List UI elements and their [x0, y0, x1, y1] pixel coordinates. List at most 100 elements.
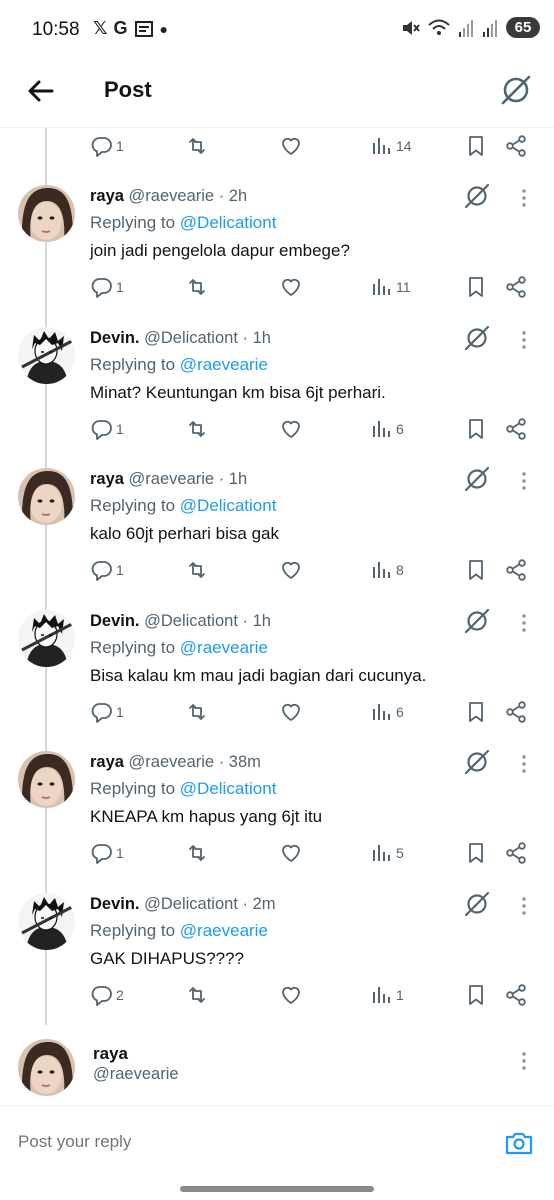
mention-link[interactable]: @Delicationt — [180, 779, 277, 798]
reply-post[interactable]: raya @raevearie · 2h Replying to @Delica… — [0, 168, 554, 308]
like-button[interactable] — [279, 838, 303, 868]
reply-input[interactable] — [18, 1132, 458, 1152]
reply-post[interactable]: Devin. @Delicationt · 1h Replying to @ra… — [0, 310, 554, 450]
more-options-icon[interactable] — [514, 470, 534, 492]
bookmark-button[interactable] — [464, 414, 488, 444]
views-button[interactable]: 14 — [370, 131, 412, 161]
bookmark-button[interactable] — [464, 272, 488, 302]
author-handle[interactable]: @Delicationt — [144, 895, 238, 913]
reply-post[interactable]: Devin. @Delicationt · 1h Replying to @ra… — [0, 593, 554, 733]
gesture-navigation-bar[interactable] — [180, 1186, 374, 1192]
avatar[interactable] — [18, 893, 75, 950]
grok-icon[interactable] — [463, 465, 491, 493]
author-handle[interactable]: @raevearie — [129, 753, 215, 771]
camera-icon[interactable] — [504, 1128, 534, 1158]
replying-to-label: Replying to — [90, 355, 180, 374]
like-button[interactable] — [279, 980, 303, 1010]
share-button[interactable] — [504, 838, 528, 868]
share-button[interactable] — [504, 414, 528, 444]
mention-link[interactable]: @Delicationt — [180, 213, 277, 232]
more-options-icon[interactable] — [514, 895, 534, 917]
status-bar: 10:58 𝕏 G ● 65 — [0, 0, 554, 62]
mention-link[interactable]: @raevearie — [180, 355, 268, 374]
views-count: 6 — [396, 421, 404, 437]
reply-button[interactable]: 1 — [90, 414, 124, 444]
views-button[interactable]: 5 — [370, 838, 404, 868]
post-text: Bisa kalau km mau jadi bagian dari cucun… — [90, 666, 427, 685]
share-button[interactable] — [504, 555, 528, 585]
grok-icon[interactable] — [463, 324, 491, 352]
reply-post[interactable]: raya @raevearie · 1h Replying to @Delica… — [0, 451, 554, 591]
author-handle[interactable]: @raevearie — [129, 187, 215, 205]
reply-button[interactable]: 1 — [90, 272, 124, 302]
like-button[interactable] — [279, 272, 303, 302]
more-options-icon[interactable] — [514, 187, 534, 209]
repost-button[interactable] — [185, 414, 209, 444]
reply-post[interactable]: Devin. @Delicationt · 2m Replying to @ra… — [0, 876, 554, 1016]
google-icon: G — [113, 18, 128, 38]
share-button[interactable] — [504, 697, 528, 727]
reply-button[interactable]: 1 — [90, 838, 124, 868]
author-handle[interactable]: @Delicationt — [144, 329, 238, 347]
views-button[interactable]: 8 — [370, 555, 404, 585]
bookmark-button[interactable] — [464, 838, 488, 868]
bookmark-button[interactable] — [464, 697, 488, 727]
views-button[interactable]: 1 — [370, 980, 404, 1010]
avatar[interactable] — [18, 468, 75, 525]
views-button[interactable]: 11 — [370, 272, 411, 302]
like-button[interactable] — [279, 131, 303, 161]
share-button[interactable] — [504, 131, 528, 161]
reply-post[interactable]: raya @raevearie · 38m Replying to @Delic… — [0, 734, 554, 874]
reply-count: 1 — [116, 138, 124, 154]
repost-button[interactable] — [185, 697, 209, 727]
more-options-icon[interactable] — [514, 753, 534, 775]
replying-to-label: Replying to — [90, 213, 180, 232]
avatar[interactable] — [18, 751, 75, 808]
heart-icon — [279, 983, 303, 1007]
reply-button[interactable]: 1 — [90, 697, 124, 727]
like-button[interactable] — [279, 414, 303, 444]
reply-icon — [90, 983, 114, 1007]
repost-button[interactable] — [185, 838, 209, 868]
share-button[interactable] — [504, 980, 528, 1010]
repost-icon — [189, 138, 205, 154]
grok-icon[interactable] — [463, 607, 491, 635]
reply-icon — [90, 700, 114, 724]
bookmark-button[interactable] — [464, 980, 488, 1010]
mention-link[interactable]: @raevearie — [180, 638, 268, 657]
more-options-icon[interactable] — [514, 612, 534, 634]
like-button[interactable] — [279, 555, 303, 585]
more-options-icon[interactable] — [514, 1050, 534, 1072]
share-button[interactable] — [504, 272, 528, 302]
repost-button[interactable] — [185, 555, 209, 585]
heart-icon — [279, 275, 303, 299]
reply-button[interactable]: 2 — [90, 980, 124, 1010]
post-header: Devin. @Delicationt · 2m — [90, 895, 276, 914]
like-button[interactable] — [279, 697, 303, 727]
mention-link[interactable]: @Delicationt — [180, 496, 277, 515]
reply-count: 1 — [116, 279, 124, 295]
bookmark-button[interactable] — [464, 555, 488, 585]
views-button[interactable]: 6 — [370, 414, 404, 444]
arrow-left-icon[interactable] — [24, 74, 58, 108]
more-options-icon[interactable] — [514, 329, 534, 351]
author-handle[interactable]: @Delicationt — [144, 612, 238, 630]
avatar[interactable] — [18, 610, 75, 667]
avatar[interactable] — [18, 1039, 75, 1096]
repost-button[interactable] — [185, 131, 209, 161]
repost-button[interactable] — [185, 980, 209, 1010]
reply-button[interactable]: 1 — [90, 555, 124, 585]
author-name: Devin. — [90, 329, 140, 347]
grok-icon[interactable] — [463, 748, 491, 776]
reply-button[interactable]: 1 — [90, 131, 124, 161]
views-button[interactable]: 6 — [370, 697, 404, 727]
grok-icon[interactable] — [498, 72, 534, 108]
grok-icon[interactable] — [463, 890, 491, 918]
grok-icon[interactable] — [463, 182, 491, 210]
bookmark-button[interactable] — [464, 131, 488, 161]
repost-button[interactable] — [185, 272, 209, 302]
mention-link[interactable]: @raevearie — [180, 921, 268, 940]
author-handle[interactable]: @raevearie — [129, 470, 215, 488]
avatar[interactable] — [18, 327, 75, 384]
avatar[interactable] — [18, 185, 75, 242]
